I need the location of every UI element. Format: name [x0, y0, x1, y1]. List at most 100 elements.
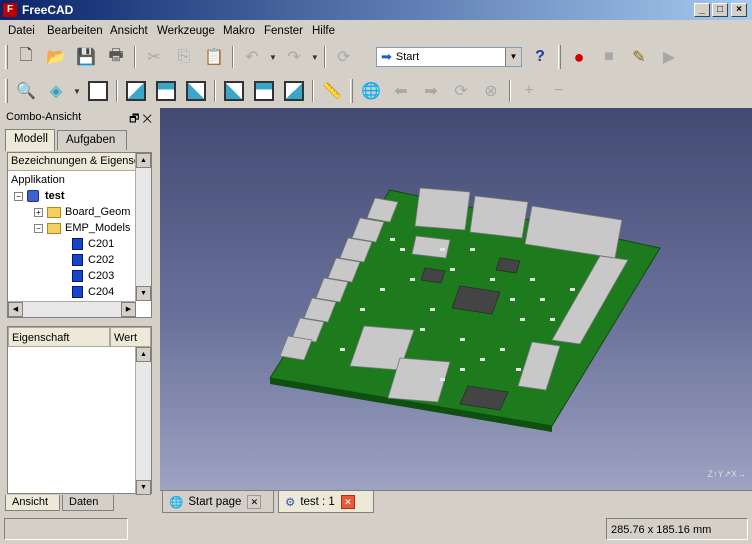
menu-werkzeuge[interactable]: Werkzeuge — [157, 25, 215, 37]
menu-datei[interactable]: Datei — [8, 25, 35, 37]
record-macro-icon[interactable]: ● — [566, 44, 592, 70]
tree-folder-emp-models[interactable]: − EMP_Models — [34, 220, 130, 236]
tree-root[interactable]: Applikation — [11, 172, 65, 188]
stop-icon[interactable]: ⊗ — [478, 78, 504, 104]
print-icon[interactable]: 🖶 — [103, 44, 129, 70]
toolbar-separator — [508, 80, 511, 102]
menu-ansicht[interactable]: Ansicht — [110, 25, 148, 37]
folder-icon — [47, 206, 61, 218]
tree-folder-board-geom[interactable]: + Board_Geom — [34, 204, 130, 220]
open-icon[interactable]: 📂 — [43, 44, 69, 70]
property-view: Eigenschaft Wert ▲ ▼ — [7, 326, 152, 495]
run-macro-icon[interactable]: ▶ — [656, 44, 682, 70]
prop-header-eigenschaft[interactable]: Eigenschaft — [8, 327, 110, 347]
collapse-icon[interactable]: − — [34, 223, 43, 233]
menu-fenster[interactable]: Fenster — [264, 25, 303, 37]
globe-icon: 🌐 — [169, 496, 184, 509]
axonometric-view-icon[interactable] — [85, 78, 111, 104]
tree-item[interactable]: C201 — [72, 236, 114, 252]
tab-start-page[interactable]: 🌐 Start page ✕ — [162, 491, 274, 513]
collapse-icon[interactable]: − — [14, 191, 23, 201]
reload-icon[interactable]: ⟳ — [448, 78, 474, 104]
expand-icon[interactable]: + — [34, 207, 43, 217]
toolbar-grip[interactable] — [349, 79, 353, 103]
title-bar: F FreeCAD _ □ × — [0, 0, 752, 20]
left-view-icon[interactable] — [281, 78, 307, 104]
float-panel-icon[interactable]: 🗗 — [129, 113, 139, 125]
tree-hscrollbar[interactable]: ◀ ▶ — [8, 301, 136, 317]
fit-all-icon[interactable]: 🔍 — [13, 78, 39, 104]
front-view-icon[interactable] — [123, 78, 149, 104]
tree-vscrollbar[interactable]: ▲ ▼ — [135, 153, 151, 301]
zoom-out-icon[interactable]: − — [546, 78, 572, 104]
rear-view-icon[interactable] — [221, 78, 247, 104]
chevron-down-icon[interactable]: ▼ — [505, 48, 521, 66]
stop-macro-icon[interactable]: ■ — [596, 44, 622, 70]
undo-icon[interactable]: ↶ — [239, 44, 265, 70]
workbench-selector[interactable]: ➡ Start ▼ — [376, 47, 522, 67]
close-tab-icon[interactable]: ✕ — [340, 494, 355, 509]
menu-bearbeiten[interactable]: Bearbeiten — [47, 25, 103, 37]
minimize-button[interactable]: _ — [694, 3, 710, 17]
document-icon: ⚙ — [285, 496, 296, 509]
toolbar-separator — [134, 46, 136, 68]
tree-doc-test[interactable]: − test — [14, 188, 65, 204]
status-message — [4, 518, 128, 540]
tab-test[interactable]: ⚙ test : 1 ✕ — [278, 491, 374, 513]
open-folder-icon — [47, 222, 61, 234]
close-button[interactable]: × — [731, 3, 747, 17]
save-icon[interactable]: 💾 — [73, 44, 99, 70]
toolbar-grip[interactable] — [558, 45, 561, 69]
maximize-button[interactable]: □ — [712, 3, 728, 17]
paste-icon[interactable]: 📋 — [201, 44, 227, 70]
copy-icon[interactable]: ⎘ — [171, 44, 197, 70]
scroll-right-icon[interactable]: ▶ — [121, 302, 136, 317]
scroll-left-icon[interactable]: ◀ — [8, 302, 23, 317]
measure-distance-icon[interactable]: 📏 — [319, 78, 345, 104]
status-dimensions: 285.76 x 185.16 mm — [606, 518, 748, 540]
edit-macro-icon[interactable]: ✎ — [626, 44, 652, 70]
back-icon[interactable]: ⬅ — [388, 78, 414, 104]
close-panel-icon[interactable]: ✕ — [142, 113, 152, 125]
whats-this-icon[interactable]: ? — [527, 44, 553, 70]
document-tabs: 🌐 Start page ✕ ⚙ test : 1 ✕ — [160, 490, 752, 513]
toolbar-grip[interactable] — [5, 79, 8, 103]
scroll-up-icon[interactable]: ▲ — [136, 347, 151, 362]
redo-dropdown-icon[interactable]: ▼ — [311, 53, 319, 62]
menu-hilfe[interactable]: Hilfe — [312, 25, 335, 37]
right-view-icon[interactable] — [183, 78, 209, 104]
new-icon[interactable]: 🗋 — [13, 44, 39, 70]
tab-ansicht[interactable]: Ansicht — [5, 495, 60, 511]
top-view-icon[interactable] — [153, 78, 179, 104]
tab-modell[interactable]: Modell — [5, 129, 55, 151]
tree-header[interactable]: Bezeichnungen & Eigenscha — [8, 153, 136, 171]
cut-icon[interactable]: ✂ — [141, 44, 167, 70]
workbench-selected: Start — [395, 51, 420, 63]
draw-style-icon[interactable]: ◈ — [43, 78, 69, 104]
scroll-down-icon[interactable]: ▼ — [136, 480, 151, 495]
prop-header-wert[interactable]: Wert — [110, 327, 151, 347]
model-tree: Bezeichnungen & Eigenscha ▲ ▼ Applikatio… — [7, 152, 152, 318]
tab-aufgaben[interactable]: Aufgaben — [57, 130, 127, 150]
tree-item[interactable]: C204 — [72, 284, 114, 300]
bottom-view-icon[interactable] — [251, 78, 277, 104]
web-browser-icon[interactable]: 🌐 — [358, 78, 384, 104]
tree-item[interactable]: C203 — [72, 268, 114, 284]
menu-makro[interactable]: Makro — [223, 25, 255, 37]
forward-icon[interactable]: ➡ — [418, 78, 444, 104]
undo-dropdown-icon[interactable]: ▼ — [269, 53, 277, 62]
solid-part-icon — [72, 270, 83, 282]
refresh-icon[interactable]: ⟳ — [331, 44, 357, 70]
file-toolbar: 🗋 📂 💾 🖶 ✂ ⎘ 📋 ↶ ▼ ↷ ▼ ⟳ — [2, 42, 359, 72]
prop-vscrollbar[interactable]: ▲ ▼ — [135, 347, 151, 495]
toolbar-grip[interactable] — [5, 45, 8, 69]
scroll-down-icon[interactable]: ▼ — [136, 286, 151, 301]
tab-daten[interactable]: Daten — [62, 495, 114, 511]
redo-icon[interactable]: ↷ — [281, 44, 307, 70]
draw-style-dropdown-icon[interactable]: ▼ — [73, 87, 81, 96]
zoom-in-icon[interactable]: + — [516, 78, 542, 104]
3d-viewport[interactable]: Z↑Y↗X→ — [160, 108, 752, 490]
tree-item[interactable]: C202 — [72, 252, 114, 268]
scroll-up-icon[interactable]: ▲ — [136, 153, 151, 168]
close-tab-icon[interactable]: ✕ — [247, 494, 262, 509]
